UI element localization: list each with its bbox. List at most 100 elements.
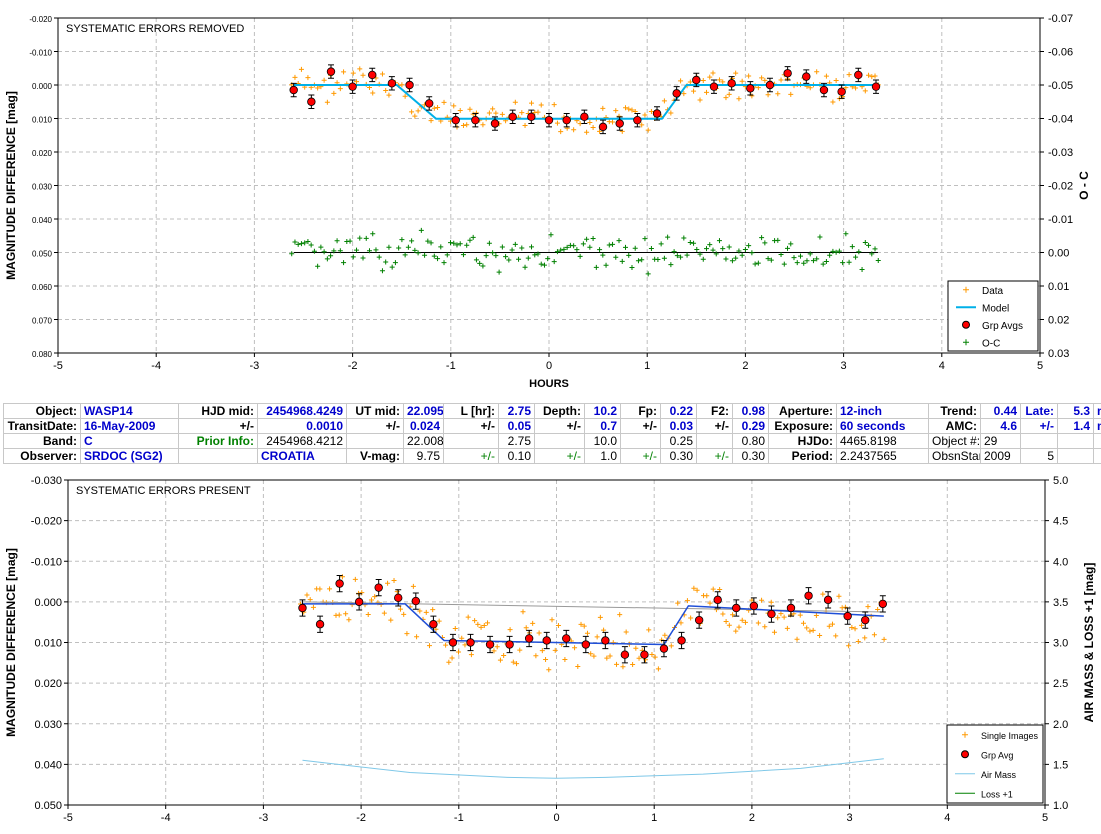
- y2-tick-label: 0.03: [1048, 348, 1069, 360]
- data-point: [768, 599, 774, 605]
- grp-avg-point: [871, 82, 881, 91]
- grp-avg-point: [289, 85, 298, 95]
- data-point: [415, 250, 421, 256]
- data-point: [497, 657, 503, 663]
- data-point: [389, 264, 395, 270]
- y2-tick-label: 2.0: [1053, 719, 1068, 731]
- y2-tick-label: -0.05: [1048, 80, 1073, 92]
- data-point: [470, 234, 476, 240]
- y-tick-label: 0.000: [34, 597, 62, 609]
- data-point: [623, 629, 629, 635]
- info-cell: Trend:: [928, 403, 981, 419]
- info-cell: 22.095: [403, 403, 444, 419]
- x-tick-label: 1: [644, 360, 650, 372]
- chart-title: SYSTEMATIC ERRORS PRESENT: [76, 485, 251, 497]
- data-point: [584, 630, 590, 636]
- y-tick-label: -0.020: [31, 516, 62, 528]
- info-cell: +/-: [1020, 418, 1058, 434]
- data-point: [490, 106, 496, 112]
- data-point: [584, 129, 590, 135]
- data-point: [315, 263, 321, 269]
- info-cell: HJD mid:: [178, 403, 258, 419]
- info-cell: 0.10: [498, 448, 535, 464]
- data-point: [866, 242, 872, 248]
- data-point: [600, 105, 606, 111]
- data-point: [451, 103, 457, 109]
- data-point: [797, 612, 803, 618]
- info-cell: [1057, 448, 1094, 464]
- data-point: [493, 110, 499, 116]
- info-cell: Late:: [1020, 403, 1058, 419]
- x-tick-label: -3: [250, 360, 260, 372]
- data-point: [658, 241, 664, 247]
- grp-avg-point: [581, 640, 591, 649]
- info-cell: 1.0: [584, 448, 621, 464]
- data-point: [532, 252, 538, 258]
- data-point: [292, 74, 298, 80]
- data-point: [775, 615, 781, 621]
- data-point: [833, 633, 839, 639]
- info-cell: 0.05: [498, 418, 535, 434]
- data-point: [372, 594, 378, 600]
- legend-key: [962, 320, 970, 329]
- info-cell: V-mag:: [346, 448, 404, 464]
- chart-title: SYSTEMATIC ERRORS REMOVED: [66, 23, 244, 35]
- data-point: [762, 240, 768, 246]
- info-row: Band: C Prior Info: 2454968.4212 22.008 2.75 1…: [3, 433, 1101, 449]
- data-point: [575, 664, 581, 670]
- data-point: [499, 111, 505, 117]
- info-cell: 0.25: [660, 433, 697, 449]
- data-point: [613, 108, 619, 114]
- x-tick-label: -1: [446, 360, 456, 372]
- data-point: [298, 66, 304, 72]
- data-point: [399, 237, 405, 243]
- data-point: [536, 630, 542, 636]
- info-cell: UT mid:: [346, 403, 404, 419]
- legend-label: Single Images: [981, 731, 1039, 741]
- data-point: [318, 244, 324, 250]
- data-point: [506, 257, 512, 263]
- y-tick-label: -0.030: [31, 475, 62, 487]
- grp-avg-point: [819, 85, 829, 95]
- y2-tick-label: 1.0: [1053, 800, 1068, 812]
- data-point: [572, 645, 578, 651]
- info-cell: SRDOC (SG2): [80, 448, 179, 464]
- y2-tick-label: 4.0: [1053, 556, 1068, 568]
- data-point: [457, 107, 463, 113]
- grp-avg-point: [348, 82, 357, 91]
- grp-avg-point: [580, 112, 589, 122]
- data-point: [720, 246, 726, 252]
- data-point: [503, 254, 509, 260]
- info-cell: C: [80, 433, 179, 449]
- grp-avg-point: [672, 89, 681, 98]
- legend-label: Loss +1: [981, 789, 1013, 799]
- data-point: [733, 255, 739, 261]
- data-point: [584, 236, 590, 242]
- info-cell: min: [1093, 403, 1101, 419]
- data-point: [460, 122, 466, 128]
- data-point: [681, 235, 687, 241]
- data-point: [630, 662, 636, 668]
- data-point: [379, 268, 385, 274]
- data-point: [554, 120, 560, 126]
- data-point: [697, 97, 703, 103]
- info-cell: +/-: [696, 448, 733, 464]
- data-point: [794, 636, 800, 642]
- data-point: [707, 74, 713, 80]
- data-point: [704, 89, 710, 95]
- top-chart: -5 -4 -3 -2 -1 0 1 2 3 4 5 -0.020 -0.010 0.000 0.010 0.…: [4, 13, 1091, 390]
- info-cell: [1020, 433, 1058, 449]
- grp-avg-point: [335, 579, 344, 588]
- info-cell: 0.29: [732, 418, 769, 434]
- info-cell: 2.75: [498, 433, 535, 449]
- data-point: [558, 129, 564, 135]
- data-point: [700, 256, 706, 262]
- data-point: [409, 238, 415, 244]
- data-point: [855, 638, 861, 644]
- data-point: [626, 252, 632, 258]
- data-point: [399, 82, 405, 88]
- grp-avg-point: [562, 634, 571, 643]
- legend-label: Model: [982, 303, 1009, 314]
- data-point: [843, 231, 849, 237]
- data-point: [321, 77, 327, 83]
